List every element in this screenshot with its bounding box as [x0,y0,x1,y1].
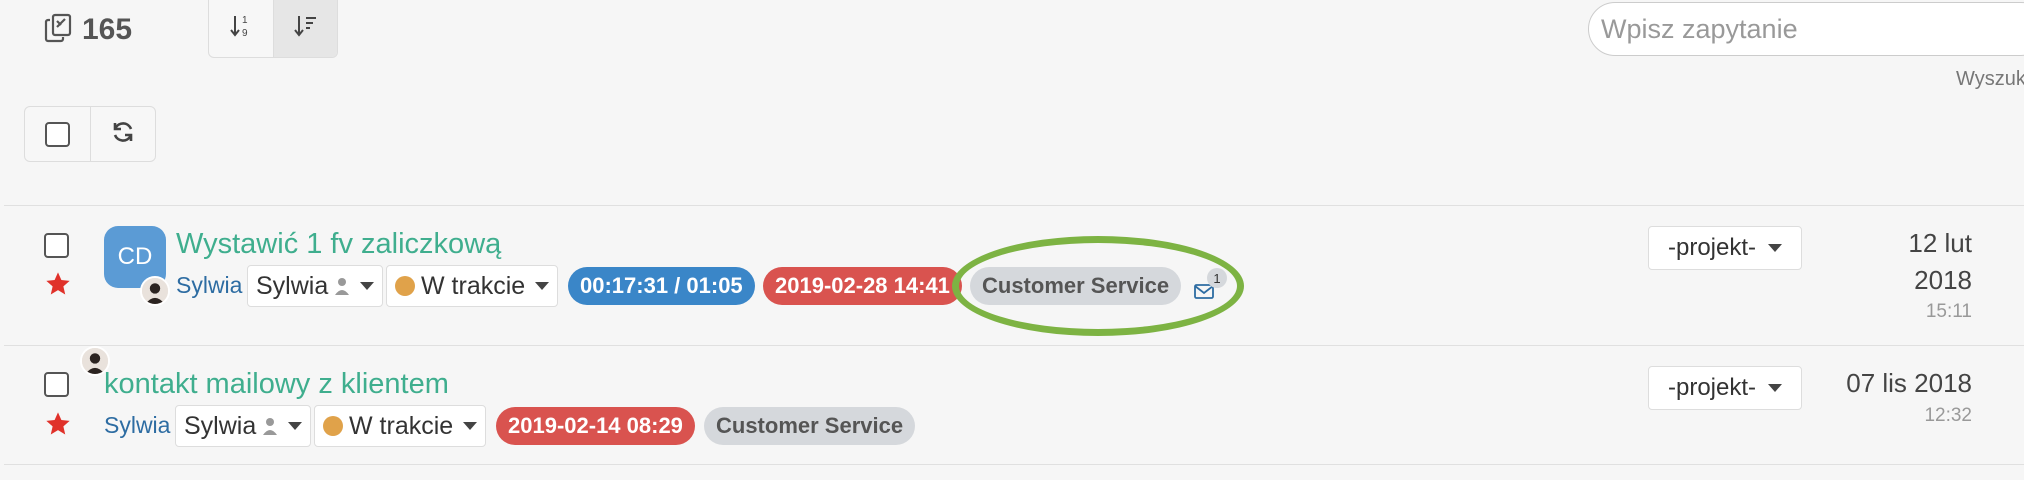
deadline-badge[interactable]: 2019-02-28 14:41 [763,267,962,305]
task-title[interactable]: Wystawić 1 fv zaliczkową [176,228,501,261]
status-dot-icon [323,416,343,436]
task-date: 12 lut [1908,228,1972,258]
sort-button-group: 1 9 [208,0,338,58]
status-dropdown[interactable]: W trakcie [314,405,487,447]
status-dot-icon [395,276,415,296]
task-title[interactable]: kontakt mailowy z klientem [104,368,449,401]
sort-descending-icon [291,12,319,45]
search-input[interactable]: Wpisz zapytanie [1588,2,2024,56]
task-user-link[interactable]: Sylwia [176,272,242,299]
chevron-down-icon [535,282,550,290]
task-time: 15:11 [1925,301,1972,322]
select-all-checkbox[interactable] [44,121,70,147]
assignee-dropdown[interactable]: Sylwia [175,405,312,447]
copy-icon [42,11,76,50]
task-count: 165 [82,13,133,46]
refresh-icon [110,119,136,150]
star-icon[interactable] [44,410,72,438]
select-all-button[interactable] [25,107,91,161]
sort-numeric-button[interactable]: 1 9 [209,0,274,57]
task-time: 12:32 [1924,405,1972,426]
svg-text:1: 1 [242,15,248,26]
status-label: W trakcie [421,271,526,300]
refresh-button[interactable] [91,107,156,161]
assignee-name: Sylwia [184,411,257,440]
person-icon [335,278,350,295]
task-year: 2018 [1914,265,1972,295]
sort-list-button[interactable] [273,0,337,57]
chevron-down-icon [1768,244,1783,252]
task-user-link[interactable]: Sylwia [104,412,170,439]
svg-text:9: 9 [242,28,248,39]
project-dropdown[interactable]: -projekt- [1648,366,1802,410]
project-dropdown[interactable]: -projekt- [1648,226,1802,270]
assignee-name: Sylwia [256,271,329,300]
search-placeholder: Wpisz zapytanie [1601,13,1798,44]
deadline-badge[interactable]: 2019-02-14 08:29 [496,407,695,445]
project-label: -projekt- [1667,374,1757,401]
chevron-down-icon [288,422,303,430]
chevron-down-icon [1768,384,1783,392]
task-checkbox[interactable] [44,233,69,258]
status-dropdown[interactable]: W trakcie [386,265,559,307]
project-label: -projekt- [1667,234,1757,261]
chevron-down-icon [360,282,375,290]
task-counter: 165 [42,10,132,50]
assignee-dropdown[interactable]: Sylwia [247,265,384,307]
star-icon[interactable] [44,270,72,298]
category-badge[interactable]: Customer Service [704,407,916,445]
highlight-annotation [952,236,1244,336]
bulk-actions-group [24,106,156,162]
user-photo-icon [142,278,168,304]
sort-numeric-icon: 1 9 [227,12,255,45]
search-hint: Wyszukaj [1956,68,2024,90]
chevron-down-icon [463,422,478,430]
timer-badge[interactable]: 00:17:31 / 01:05 [568,267,755,305]
status-label: W trakcie [349,411,454,440]
user-avatar [140,276,170,306]
person-icon [263,418,278,435]
avatar-initials: CD [117,243,153,270]
task-checkbox[interactable] [44,372,69,397]
task-date: 07 lis 2018 [1846,368,1972,398]
